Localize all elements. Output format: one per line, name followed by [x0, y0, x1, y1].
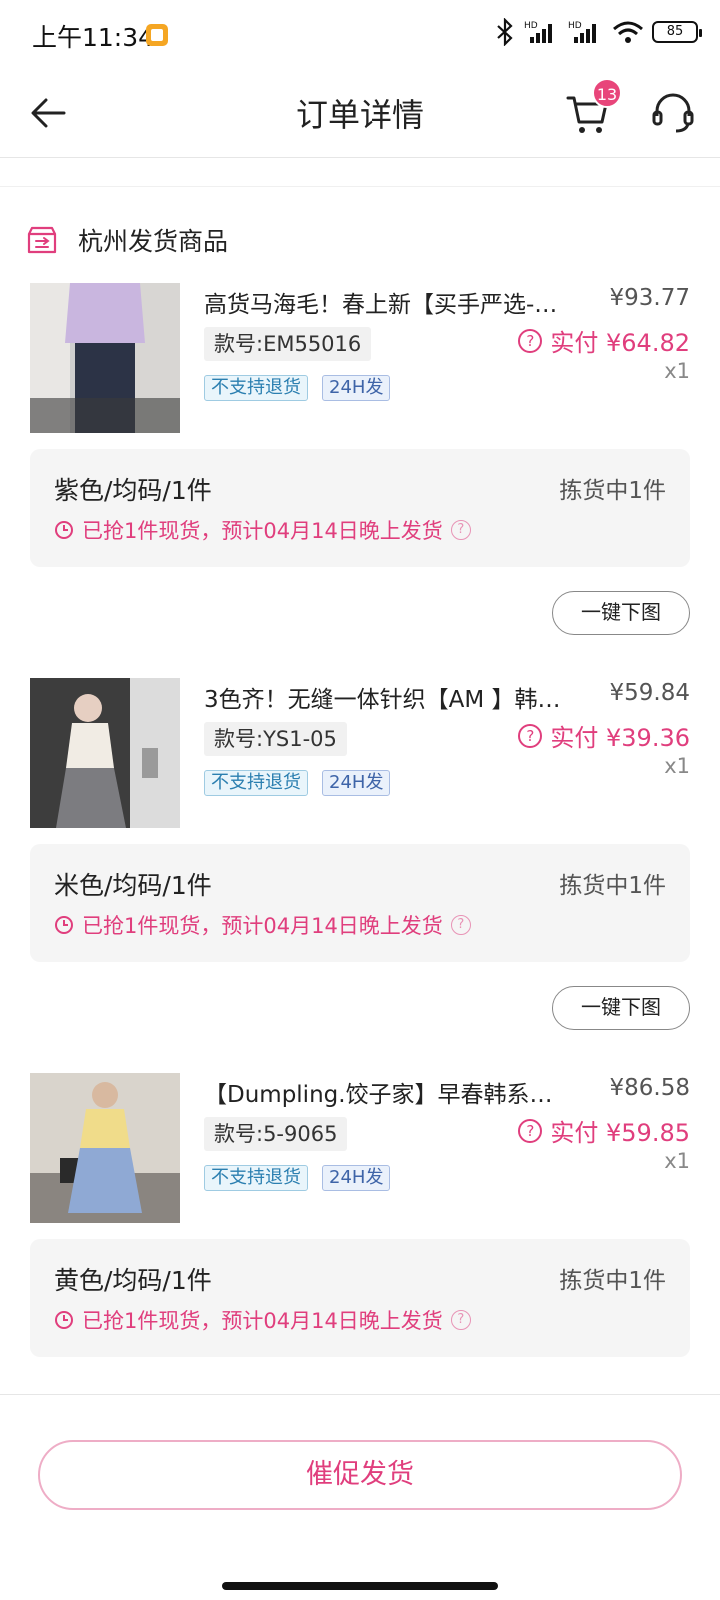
- product-sku: 款号:5-9065: [204, 1117, 348, 1151]
- help-icon[interactable]: ?: [450, 1310, 471, 1330]
- product-quantity: x1: [664, 754, 690, 778]
- shipping-note: 已抢1件现货，预计04月14日晚上发货 ?: [54, 515, 471, 545]
- help-icon[interactable]: ?: [450, 915, 471, 935]
- spec-text: 米色/均码/1件: [54, 871, 212, 900]
- signal-2-icon: HD: [568, 21, 596, 43]
- cart-count-badge: 13: [592, 78, 622, 108]
- shipping-note-text: 已抢1件现货，预计04月14日晚上发货: [82, 1309, 443, 1333]
- urge-shipment-button[interactable]: 催促发货: [38, 1440, 682, 1510]
- picking-status: 拣货中1件: [559, 1268, 666, 1294]
- shipping-box-icon: [27, 226, 57, 254]
- shipping-note-text: 已抢1件现货，预计04月14日晚上发货: [82, 519, 443, 543]
- paid-amount-text: 实付 ¥39.36: [550, 724, 690, 752]
- ship-24h-tag: 24H发: [322, 375, 391, 401]
- spec-text: 紫色/均码/1件: [54, 476, 212, 505]
- no-return-tag: 不支持退货: [204, 770, 308, 796]
- nav-bar: 订单详情 13: [0, 72, 720, 158]
- status-bar: 上午11:34 HD HD 85: [0, 0, 720, 72]
- spec-box: 紫色/均码/1件 拣货中1件 已抢1件现货，预计04月14日晚上发货 ?: [30, 449, 690, 567]
- warehouse-label: 杭州发货商品: [78, 227, 229, 256]
- download-images-button[interactable]: 一键下图: [552, 986, 690, 1030]
- customer-service-headset-icon[interactable]: [650, 90, 696, 136]
- shipping-note: 已抢1件现货，预计04月14日晚上发货 ?: [54, 1305, 471, 1335]
- product-price: ¥86.58: [609, 1075, 690, 1101]
- help-icon[interactable]: ?: [450, 520, 471, 540]
- picking-status: 拣货中1件: [559, 873, 666, 899]
- product-image[interactable]: [30, 283, 180, 433]
- spec-box: 黄色/均码/1件 拣货中1件 已抢1件现货，预计04月14日晚上发货 ?: [30, 1239, 690, 1357]
- signal-1-icon: HD: [524, 21, 552, 43]
- ship-24h-tag: 24H发: [322, 770, 391, 796]
- product-title[interactable]: 【Dumpling.饺子家】早春韩系…: [204, 1075, 576, 1109]
- notification-app-icon: [146, 24, 168, 46]
- status-indicators: HD HD 85: [494, 18, 702, 46]
- product-quantity: x1: [664, 1149, 690, 1173]
- no-return-tag: 不支持退货: [204, 375, 308, 401]
- ship-24h-tag: 24H发: [322, 1165, 391, 1191]
- spec-box: 米色/均码/1件 拣货中1件 已抢1件现货，预计04月14日晚上发货 ?: [30, 844, 690, 962]
- paid-amount-text: 实付 ¥64.82: [550, 329, 690, 357]
- signal-1-label: HD: [524, 21, 538, 31]
- product-title[interactable]: 高货马海毛！春上新【买手严选-…: [204, 285, 576, 319]
- paid-amount[interactable]: ? 实付 ¥39.36: [518, 718, 690, 753]
- clock-icon: [55, 916, 73, 934]
- no-return-tag: 不支持退货: [204, 1165, 308, 1191]
- bluetooth-icon: [497, 18, 513, 46]
- clock-icon: [55, 1311, 73, 1329]
- battery-indicator: 85: [652, 21, 702, 43]
- product-title[interactable]: 3色齐！无缝一体针织【AM 】韩…: [204, 680, 576, 714]
- bottom-divider: [0, 1394, 720, 1395]
- product-sku: 款号:YS1-05: [204, 722, 347, 756]
- paid-amount[interactable]: ? 实付 ¥64.82: [518, 323, 690, 358]
- product-image[interactable]: [30, 678, 180, 828]
- product-price: ¥93.77: [609, 285, 690, 311]
- help-icon[interactable]: ?: [518, 1118, 543, 1143]
- help-icon[interactable]: ?: [518, 328, 543, 353]
- product-price: ¥59.84: [609, 680, 690, 706]
- wifi-icon: [613, 21, 643, 43]
- clock-icon: [55, 521, 73, 539]
- paid-amount-text: 实付 ¥59.85: [550, 1119, 690, 1147]
- home-indicator[interactable]: [222, 1582, 498, 1590]
- download-images-button[interactable]: 一键下图: [552, 591, 690, 635]
- status-time: 上午11:34: [32, 23, 155, 52]
- warehouse-header: 杭州发货商品: [26, 220, 228, 260]
- signal-2-label: HD: [568, 21, 582, 31]
- shipping-note: 已抢1件现货，预计04月14日晚上发货 ?: [54, 910, 471, 940]
- help-icon[interactable]: ?: [518, 723, 543, 748]
- spec-text: 黄色/均码/1件: [54, 1266, 212, 1295]
- shipping-note-text: 已抢1件现货，预计04月14日晚上发货: [82, 914, 443, 938]
- section-divider: [0, 186, 720, 187]
- product-quantity: x1: [664, 359, 690, 383]
- paid-amount[interactable]: ? 实付 ¥59.85: [518, 1113, 690, 1148]
- product-sku: 款号:EM55016: [204, 327, 372, 361]
- product-image[interactable]: [30, 1073, 180, 1223]
- picking-status: 拣货中1件: [559, 478, 666, 504]
